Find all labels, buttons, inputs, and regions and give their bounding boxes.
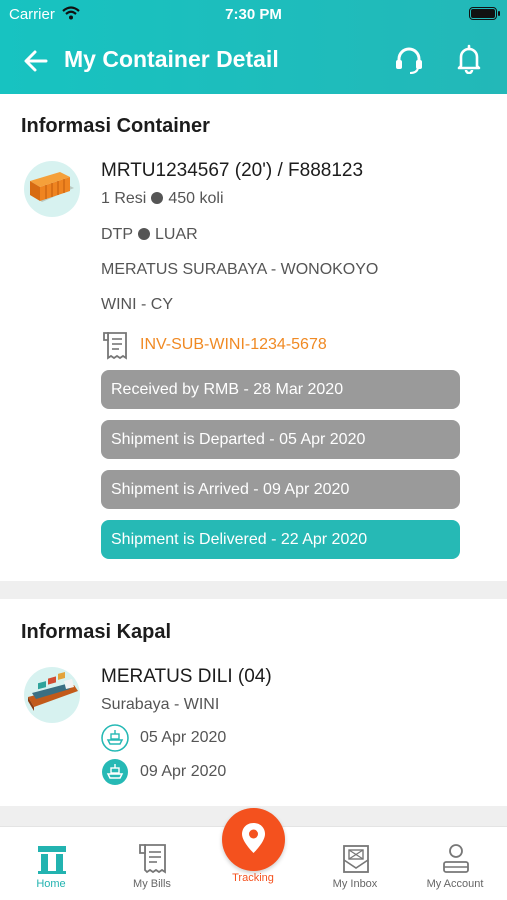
departure-ship-icon <box>101 724 129 752</box>
separator-dot <box>138 228 150 240</box>
invoice-receipt-icon <box>103 332 127 360</box>
container-section-title: Informasi Container <box>21 115 210 137</box>
status-received: Received by RMB - 28 Mar 2020 <box>101 370 460 409</box>
headset-support-icon[interactable] <box>393 44 425 76</box>
tab-inbox-label: My Inbox <box>332 878 378 890</box>
koli-count: 450 koli <box>168 190 224 207</box>
ship-section-title: Informasi Kapal <box>21 621 172 643</box>
tab-home-label: Home <box>36 878 66 890</box>
ship-name: MERATUS DILI (04) <box>101 666 272 687</box>
invoice-link[interactable]: INV-SUB-WINI-1234-5678 <box>140 336 327 354</box>
separator-dot <box>151 192 164 204</box>
container-type: DTP <box>101 226 133 243</box>
departure-date: 05 Apr 2020 <box>140 729 227 746</box>
bills-icon <box>139 844 166 874</box>
page-title: My Container Detail <box>64 46 279 72</box>
tab-my-inbox[interactable]: My Inbox <box>305 827 405 900</box>
status-departed: Shipment is Departed - 05 Apr 2020 <box>101 420 460 459</box>
type-location-row: DTP LUAR <box>101 226 198 244</box>
status-time: 7:30 PM <box>225 6 282 23</box>
tab-home[interactable]: Home <box>1 827 101 900</box>
battery-icon <box>469 7 500 20</box>
inbox-icon <box>343 845 369 873</box>
resi-count: 1 Resi <box>101 190 147 207</box>
container-location: LUAR <box>155 226 198 243</box>
cargo-ship-icon <box>28 672 78 711</box>
tab-bills-label: My Bills <box>133 878 171 890</box>
app-header: Carrier 7:30 PM My Container Detail <box>0 0 507 94</box>
status-arrived: Shipment is Arrived - 09 Apr 2020 <box>101 470 460 509</box>
arrival-date: 09 Apr 2020 <box>140 763 227 780</box>
tab-my-bills[interactable]: My Bills <box>102 827 202 900</box>
ship-route: Surabaya - WINI <box>101 696 220 713</box>
cargo-container-icon <box>30 172 74 202</box>
section-divider <box>0 581 507 599</box>
tracking-button[interactable] <box>222 808 285 871</box>
tab-my-account[interactable]: My Account <box>405 827 505 900</box>
container-id: MRTU1234567 (20') / F888123 <box>101 160 364 181</box>
status-bar: Carrier 7:30 PM <box>0 0 507 30</box>
container-route: MERATUS SURABAYA - WONOKOYO <box>101 261 379 278</box>
resi-koli-row: 1 Resi 450 koli <box>101 190 224 208</box>
notification-bell-icon[interactable] <box>455 44 483 74</box>
back-arrow-icon[interactable] <box>22 47 50 75</box>
container-avatar <box>24 161 80 217</box>
container-terminal: WINI - CY <box>101 296 173 313</box>
nav-bar: My Container Detail <box>0 34 507 88</box>
location-pin-icon <box>242 823 265 853</box>
account-icon <box>443 844 469 873</box>
status-delivered: Shipment is Delivered - 22 Apr 2020 <box>101 520 460 559</box>
ship-avatar <box>24 667 80 723</box>
tab-account-label: My Account <box>426 878 484 890</box>
arrival-ship-icon <box>102 759 128 785</box>
tab-tracking-label[interactable]: Tracking <box>203 872 303 884</box>
home-icon <box>38 846 66 874</box>
